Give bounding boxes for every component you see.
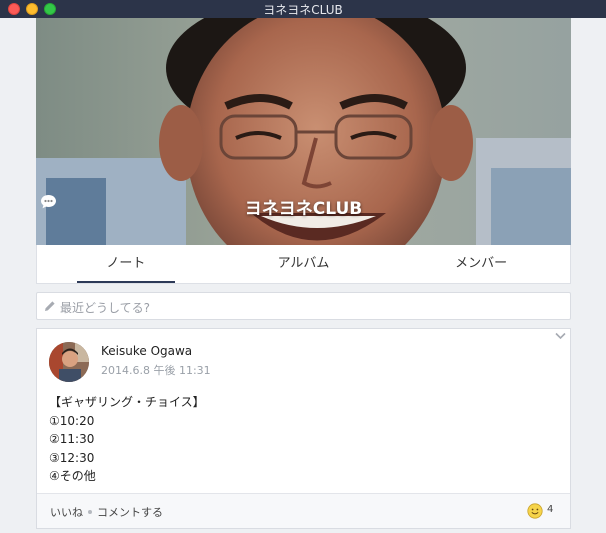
cover-photo: ヨネヨネCLUB: [36, 18, 571, 245]
avatar[interactable]: [49, 342, 89, 382]
tab-note[interactable]: ノート: [37, 245, 215, 283]
note-post: Keisuke Ogawa 2014.6.8 午後 11:31 【ギャザリング・…: [36, 328, 571, 529]
status-placeholder: 最近どうしてる?: [60, 301, 151, 315]
chevron-down-icon[interactable]: [555, 332, 566, 340]
tab-members[interactable]: メンバー: [392, 245, 570, 283]
post-line: ④その他: [49, 469, 96, 483]
post-body: 【ギャザリング・チョイス】 ①10:20 ②11:30 ③12:30 ④その他: [49, 393, 205, 486]
like-button[interactable]: いいね: [50, 504, 83, 520]
post-line: 【ギャザリング・チョイス】: [49, 395, 205, 409]
post-author[interactable]: Keisuke Ogawa: [101, 344, 192, 358]
chat-bubble-icon[interactable]: [40, 194, 57, 209]
group-title: ヨネヨネCLUB: [36, 194, 571, 219]
post-line: ①10:20: [49, 413, 95, 428]
tab-album[interactable]: アルバム: [215, 245, 393, 283]
group-tabs: ノート アルバム メンバー: [36, 245, 571, 284]
smiley-icon[interactable]: [527, 503, 543, 519]
post-line: ②11:30: [49, 432, 95, 446]
comment-button[interactable]: コメントする: [97, 504, 163, 520]
separator-dot: [88, 510, 92, 514]
window-title: ヨネヨネCLUB: [263, 3, 343, 17]
window-title-bar: ヨネヨネCLUB: [0, 0, 606, 18]
reaction-count: 4: [547, 504, 554, 515]
page-background: [571, 18, 606, 533]
status-input[interactable]: 最近どうしてる?: [36, 292, 571, 320]
post-footer: いいね コメントする 4: [37, 493, 570, 528]
post-date: 2014.6.8 午後 11:31: [101, 364, 211, 377]
post-line: ③12:30: [49, 450, 95, 465]
pencil-icon: [45, 301, 55, 311]
